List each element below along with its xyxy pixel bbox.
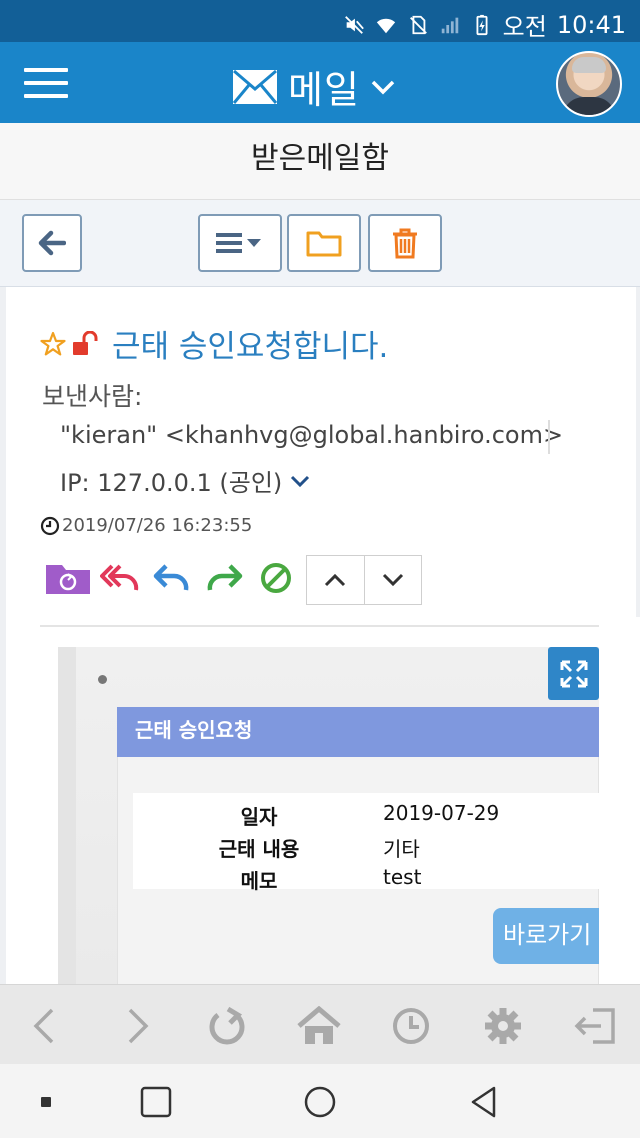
reply-all-icon [100, 564, 139, 591]
triangle-back-icon[interactable] [464, 1082, 504, 1122]
sender-label: 보낸사람: [42, 382, 143, 411]
row-value: 기타 [383, 837, 420, 861]
mail-subject-row: 근태 승인요청합니다. [40, 321, 388, 366]
forward-icon [207, 564, 243, 591]
expand-button[interactable] [548, 647, 599, 700]
back-arrow-icon [38, 230, 66, 256]
sender-address[interactable]: "kieran" <khanhvg@global.hanbiro.com> [60, 421, 563, 449]
table-row: 일자 2019-07-29 [133, 801, 599, 833]
recents-dot-icon[interactable] [26, 1082, 66, 1122]
clock-icon [40, 516, 60, 535]
unlock-icon[interactable] [72, 330, 100, 357]
status-time: 10:41 [556, 10, 626, 39]
square-icon[interactable] [136, 1082, 176, 1122]
prev-next-group [306, 555, 422, 605]
system-nav [0, 1064, 640, 1138]
reply-icon [153, 564, 189, 591]
browser-nav [0, 984, 640, 1065]
mail-actions [44, 557, 304, 599]
sender-ip-toggle[interactable]: IP: 127.0.0.1 (공인) [60, 463, 310, 498]
move-folder-button[interactable] [287, 214, 361, 272]
divider [40, 625, 600, 627]
logout-icon[interactable] [572, 1003, 618, 1049]
chevron-down-icon [371, 80, 395, 94]
settings-icon[interactable] [480, 1003, 526, 1049]
app-title-label: 메일 [288, 68, 360, 112]
pin-icon [98, 675, 107, 684]
next-mail-button[interactable] [363, 556, 422, 604]
chevron-down-icon [291, 475, 310, 487]
mail-toolbar [0, 200, 640, 287]
card-title: 근태 승인요청 [117, 707, 599, 757]
mail-subject: 근태 승인요청합니다. [112, 329, 389, 365]
menu-icon[interactable] [24, 68, 68, 98]
table-row: 근태 내용 기타 [133, 833, 599, 865]
back-icon[interactable] [22, 1003, 68, 1049]
move-folder-action[interactable] [44, 557, 92, 599]
table-row: 메모 test [133, 865, 599, 897]
folder-icon [306, 231, 342, 257]
circle-home-icon[interactable] [300, 1082, 340, 1122]
expand-icon [560, 660, 587, 687]
delete-button[interactable] [368, 214, 442, 272]
mute-icon [344, 15, 364, 34]
app-title-dropdown[interactable]: 메일 [232, 59, 396, 114]
move-folder-icon [46, 565, 90, 594]
info-table: 일자 2019-07-29 근태 내용 기타 메모 test [133, 793, 599, 893]
block-action[interactable] [252, 557, 300, 599]
status-bar: 오전 10:41 [0, 0, 640, 42]
mail-icon [232, 69, 278, 104]
reply-all-action[interactable] [96, 557, 144, 599]
mail-content[interactable]: 근태 승인요청합니다. 보낸사람: "kieran" <khanhvg@glob… [0, 287, 640, 984]
home-icon[interactable] [296, 1003, 342, 1049]
down-icon [382, 573, 403, 587]
row-key: 근태 내용 [218, 837, 300, 861]
status-ampm: 오전 [502, 13, 547, 41]
trash-icon [393, 228, 417, 259]
mail-datetime-row: 2019/07/26 16:23:55 [40, 515, 252, 536]
avatar[interactable] [556, 51, 622, 117]
battery-icon [476, 14, 488, 35]
wifi-icon [376, 18, 395, 33]
back-button[interactable] [22, 214, 82, 272]
sender-ip: IP: 127.0.0.1 (공인) [60, 469, 283, 497]
history-icon[interactable] [388, 1003, 434, 1049]
go-to-button[interactable]: 바로가기 [493, 908, 613, 964]
mail-datetime: 2019/07/26 16:23:55 [62, 515, 253, 536]
row-value: test [383, 865, 422, 889]
star-icon[interactable] [40, 331, 66, 357]
reply-action[interactable] [148, 557, 196, 599]
refresh-icon[interactable] [204, 1003, 250, 1049]
block-icon [261, 563, 291, 593]
row-value: 2019-07-29 [383, 801, 500, 825]
list-menu-button[interactable] [198, 214, 282, 272]
row-key: 일자 [240, 805, 278, 829]
list-menu-icon [216, 233, 261, 253]
divider [548, 420, 550, 454]
forward-action[interactable] [200, 557, 248, 599]
no-sim-icon [409, 15, 427, 34]
signal-icon [441, 17, 458, 33]
row-key: 메모 [240, 869, 278, 893]
page-title: 받은메일함 [0, 123, 640, 200]
previous-mail-button[interactable] [307, 556, 364, 604]
app-header: 메일 [0, 42, 640, 123]
up-icon [325, 573, 346, 587]
forward-icon[interactable] [114, 1003, 160, 1049]
